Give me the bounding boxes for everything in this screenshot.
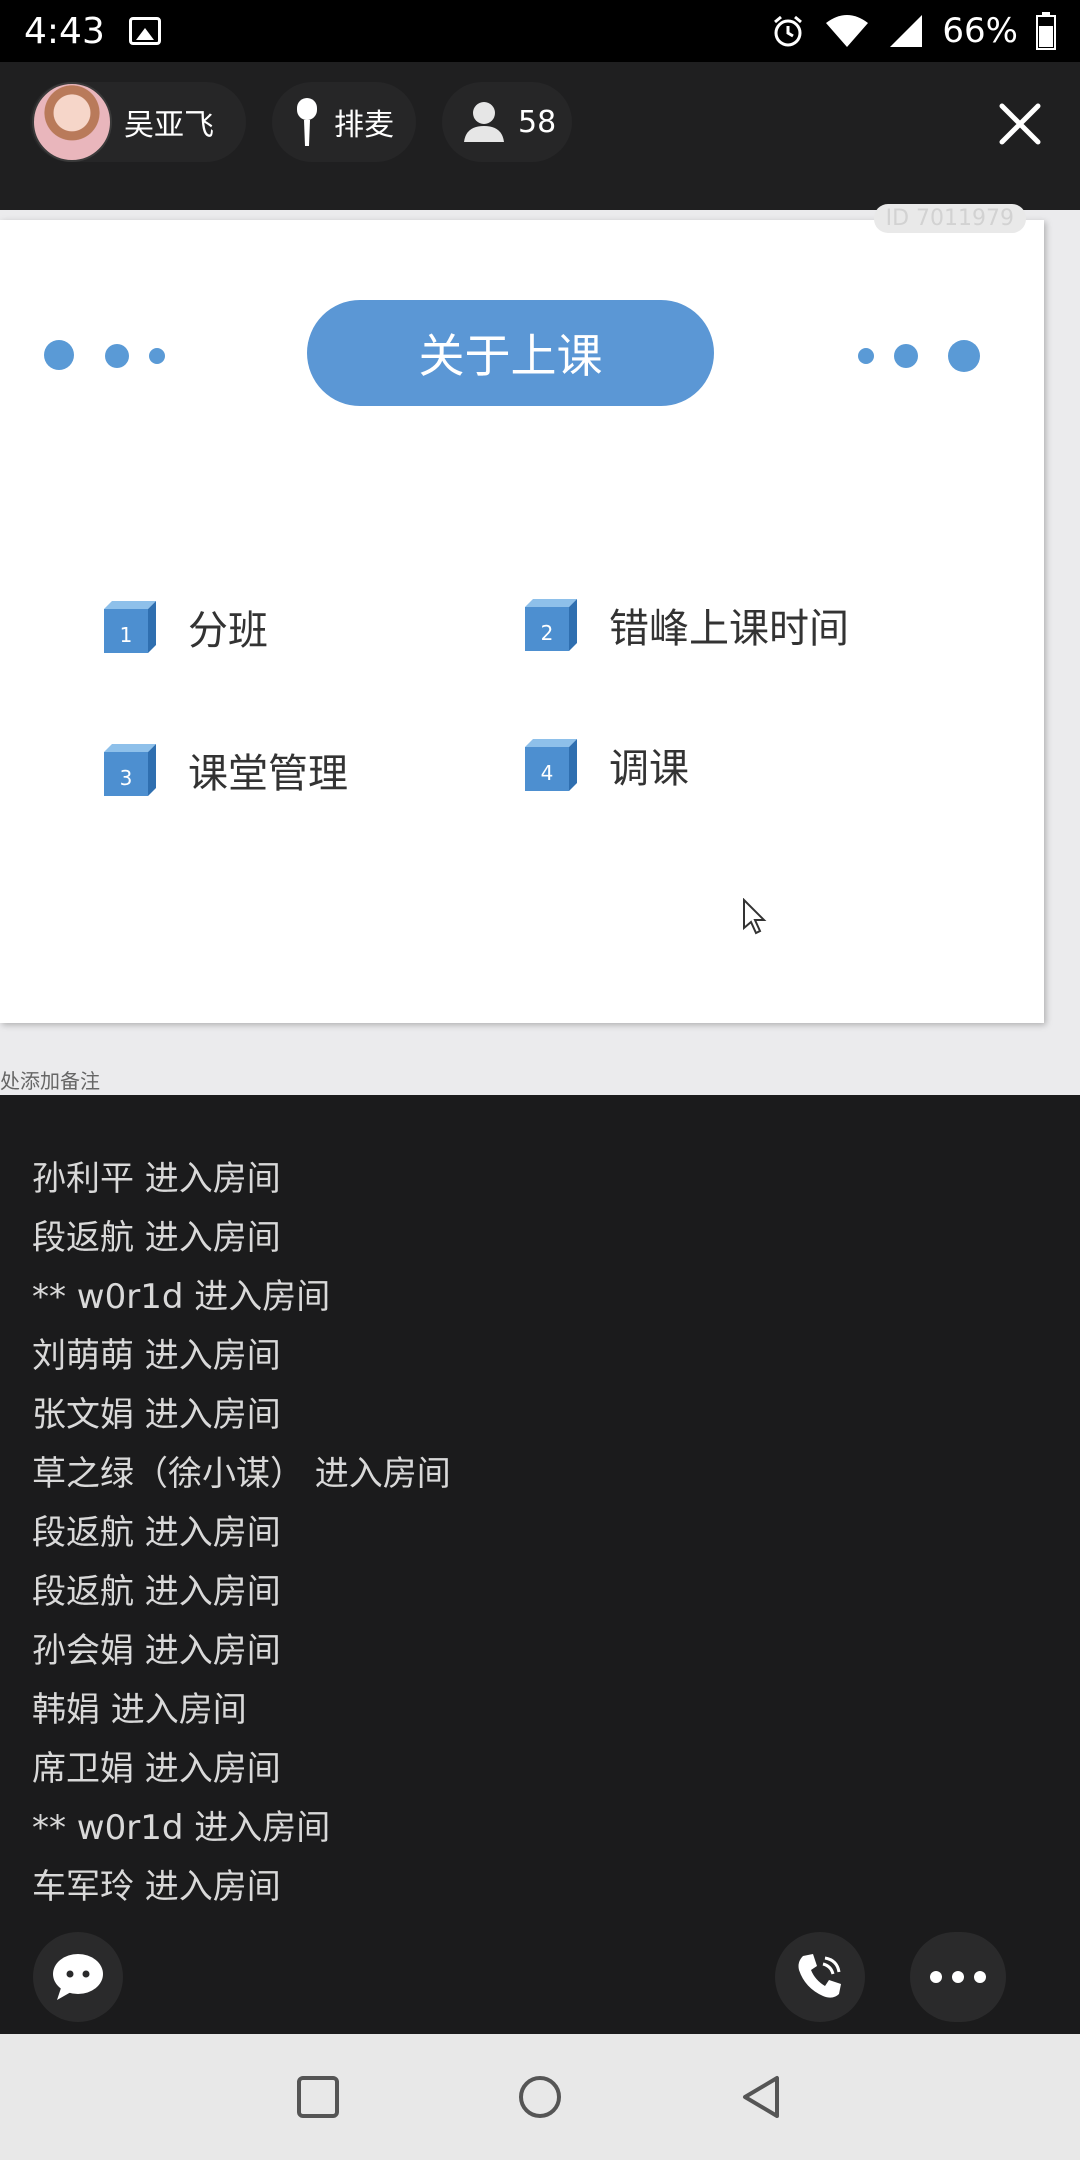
- agenda-item-label: 课堂管理: [188, 751, 348, 797]
- chat-bubble-icon: [53, 1954, 103, 2000]
- wifi-icon: [826, 15, 869, 47]
- number-cube-icon: 2: [525, 599, 577, 651]
- decor-dot: [149, 348, 165, 364]
- agenda-item-4: 4 调课: [525, 736, 689, 794]
- room-id-watermark: ID 7011979: [873, 204, 1026, 233]
- slide-notes: 处添加备注: [0, 1069, 100, 1093]
- chat-message: 车军玲 进入房间: [32, 1867, 281, 1907]
- avatar: [32, 82, 112, 162]
- recent-apps-icon[interactable]: [295, 2074, 341, 2120]
- chat-message: 孙会娟 进入房间: [32, 1631, 281, 1671]
- agenda-item-label: 调课: [609, 746, 689, 792]
- status-time: 4:43: [24, 10, 105, 52]
- number-cube-icon: 1: [104, 601, 156, 653]
- system-nav-bar: [0, 2034, 1080, 2160]
- more-options-button[interactable]: [910, 1932, 1006, 2022]
- back-icon[interactable]: [739, 2074, 785, 2120]
- chat-button[interactable]: [33, 1932, 123, 2022]
- chat-message: ** w0r1d 进入房间: [32, 1277, 331, 1317]
- signal-icon: [890, 15, 923, 47]
- home-icon[interactable]: [517, 2074, 563, 2120]
- number-cube-icon: 3: [104, 744, 156, 796]
- chat-message: 刘萌萌 进入房间: [32, 1336, 281, 1376]
- chat-message: 韩娟 进入房间: [32, 1690, 247, 1730]
- decor-dot: [44, 340, 74, 370]
- agenda-item-label: 错峰上课时间: [609, 606, 849, 652]
- decor-dot: [894, 344, 918, 368]
- decor-dot: [858, 348, 874, 364]
- number-cube-icon: 4: [525, 739, 577, 791]
- agenda-item-3: 3 课堂管理: [104, 741, 348, 799]
- microphone-icon: [297, 98, 317, 146]
- chat-message: 段返航 进入房间: [32, 1218, 281, 1258]
- chat-log: 孙利平 进入房间 段返航 进入房间 ** w0r1d 进入房间 刘萌萌 进入房间…: [32, 1150, 1032, 1917]
- cube-number: 3: [120, 766, 133, 790]
- chat-message: 孙利平 进入房间: [32, 1159, 281, 1199]
- cube-number: 1: [120, 623, 133, 647]
- agenda-item-label: 分班: [188, 608, 268, 654]
- audience-count[interactable]: 58: [442, 82, 572, 162]
- mic-queue-label: 排麦: [334, 108, 394, 143]
- chat-message: 席卫娟 进入房间: [32, 1749, 281, 1789]
- chat-message: 段返航 进入房间: [32, 1513, 281, 1553]
- chat-message: 张文娟 进入房间: [32, 1395, 281, 1435]
- status-bar: 4:43 66%: [0, 0, 1080, 62]
- chat-message: 段返航 进入房间: [32, 1572, 281, 1612]
- alarm-icon: [774, 15, 803, 47]
- cube-number: 2: [541, 621, 554, 645]
- presentation-slide[interactable]: 关于上课 1 分班 2 错峰上课时间 3 课堂管理 4 调课: [0, 220, 1044, 1023]
- cube-number: 4: [541, 761, 554, 785]
- image-icon: [128, 17, 161, 45]
- decor-dot: [948, 340, 980, 372]
- agenda-item-2: 2 错峰上课时间: [525, 596, 849, 654]
- slide-stage: 关于上课 1 分班 2 错峰上课时间 3 课堂管理 4 调课 ID 701197…: [0, 204, 1080, 1095]
- slide-title: 关于上课: [307, 300, 714, 406]
- more-dots-icon: [930, 1971, 986, 1983]
- battery-icon: [1036, 12, 1056, 50]
- decor-dot: [105, 344, 129, 368]
- battery-percent: 66%: [942, 11, 1018, 51]
- call-button[interactable]: [775, 1932, 865, 2022]
- agenda-item-1: 1 分班: [104, 598, 268, 656]
- chat-message: 草之绿（徐小谋） 进入房间: [32, 1454, 451, 1494]
- host-profile[interactable]: 吴亚飞: [30, 82, 246, 162]
- mouse-cursor-icon: [743, 898, 767, 935]
- host-name: 吴亚飞: [124, 108, 214, 143]
- phone-icon: [798, 1954, 841, 1998]
- mic-queue-button[interactable]: 排麦: [272, 82, 416, 162]
- person-icon: [464, 102, 504, 142]
- audience-count-value: 58: [518, 104, 557, 140]
- close-icon[interactable]: [996, 100, 1044, 148]
- chat-message: ** w0r1d 进入房间: [32, 1808, 331, 1848]
- room-header: 吴亚飞 排麦 58: [0, 62, 1080, 210]
